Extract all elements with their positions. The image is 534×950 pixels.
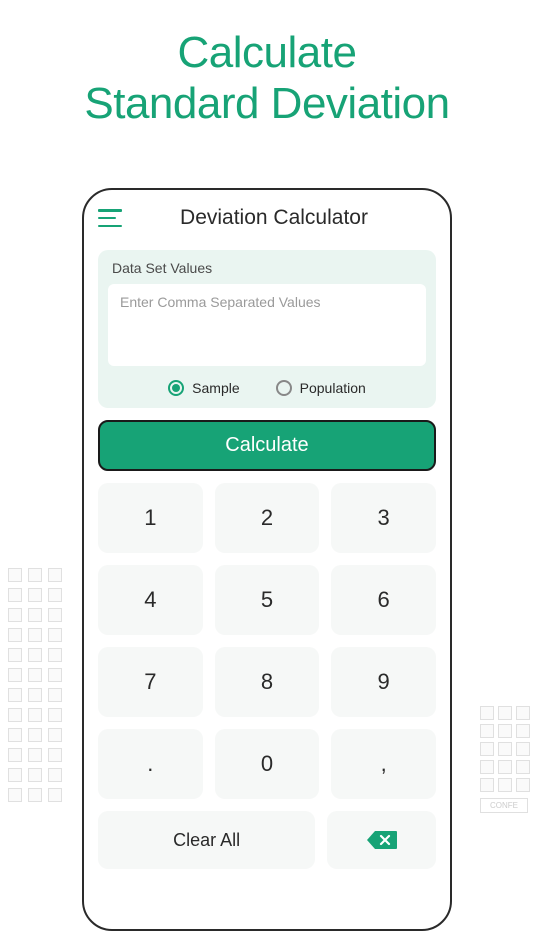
hero-line2: Standard Deviation [0, 79, 534, 130]
values-input[interactable]: Enter Comma Separated Values [108, 284, 426, 366]
phone-frame: Deviation Calculator Data Set Values Ent… [82, 188, 452, 931]
input-card: Data Set Values Enter Comma Separated Va… [98, 250, 436, 408]
input-placeholder: Enter Comma Separated Values [120, 294, 321, 310]
key-1[interactable]: 1 [98, 483, 203, 553]
app-title: Deviation Calculator [136, 206, 412, 230]
backspace-icon [366, 829, 398, 851]
clear-all-button[interactable]: Clear All [98, 811, 315, 869]
radio-sample[interactable]: Sample [168, 380, 239, 396]
radio-population-label: Population [300, 380, 366, 396]
key-7[interactable]: 7 [98, 647, 203, 717]
keypad: 1 2 3 4 5 6 7 8 9 . 0 , [98, 483, 436, 799]
key-6[interactable]: 6 [331, 565, 436, 635]
key-3[interactable]: 3 [331, 483, 436, 553]
backspace-button[interactable] [327, 811, 436, 869]
key-4[interactable]: 4 [98, 565, 203, 635]
hero-line1: Calculate [0, 28, 534, 79]
radio-group: Sample Population [108, 380, 426, 396]
calculate-button[interactable]: Calculate [98, 420, 436, 471]
app-header: Deviation Calculator [84, 190, 450, 242]
key-8[interactable]: 8 [215, 647, 320, 717]
radio-population[interactable]: Population [276, 380, 366, 396]
key-dot[interactable]: . [98, 729, 203, 799]
menu-icon[interactable] [98, 209, 122, 227]
key-0[interactable]: 0 [215, 729, 320, 799]
bottom-row: Clear All [98, 811, 436, 869]
radio-sample-label: Sample [192, 380, 239, 396]
radio-icon [168, 380, 184, 396]
key-2[interactable]: 2 [215, 483, 320, 553]
input-label: Data Set Values [108, 260, 426, 276]
key-5[interactable]: 5 [215, 565, 320, 635]
key-9[interactable]: 9 [331, 647, 436, 717]
radio-icon [276, 380, 292, 396]
hero-title: Calculate Standard Deviation [0, 0, 534, 129]
key-comma[interactable]: , [331, 729, 436, 799]
